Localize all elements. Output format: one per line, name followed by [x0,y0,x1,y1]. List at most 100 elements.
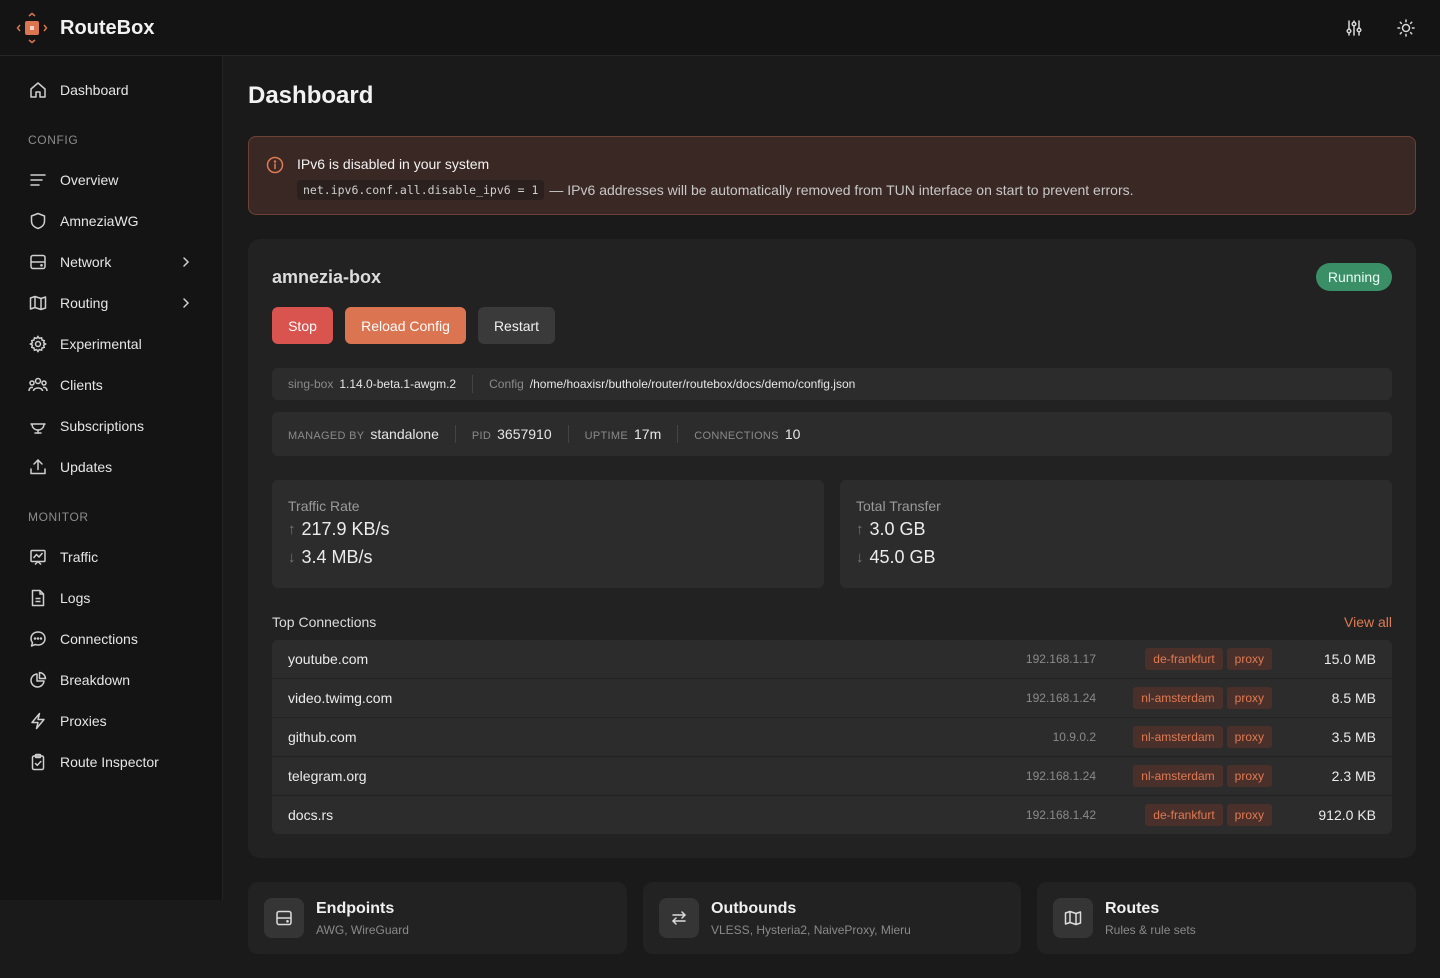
service-name: amnezia-box [272,267,382,287]
card-title: Endpoints [316,900,395,917]
card-subtitle: Rules & rule sets [1105,923,1196,937]
sidebar-item-amneziawg[interactable]: AmneziaWG [16,203,206,239]
arrow-up-icon: ↑ [288,521,296,538]
connection-size: 912.0 KB [1318,807,1376,823]
table-row[interactable]: docs.rs 192.168.1.42 de-frankfurt proxy … [272,796,1392,834]
sidebar-item-label: Overview [60,172,119,188]
table-row[interactable]: telegram.org 192.168.1.24 nl-amsterdam p… [272,757,1392,796]
card-title: Routes [1105,900,1160,917]
stop-button[interactable]: Stop [272,307,333,344]
connection-tags: de-frankfurt proxy [1145,804,1272,826]
table-row[interactable]: youtube.com 192.168.1.17 de-frankfurt pr… [272,640,1392,679]
sidebar-item-traffic[interactable]: Traffic [16,539,206,575]
connection-tags: nl-amsterdam proxy [1133,726,1272,748]
sun-icon[interactable] [1392,14,1420,42]
sidebar-section-monitor: MONITOR [28,510,89,524]
sidebar-item-label: Updates [60,459,113,475]
sidebar-item-network[interactable]: Network [16,244,206,280]
card-title: Outbounds [711,900,797,917]
divider [677,425,679,443]
upload-icon [28,457,48,477]
upload-rate-value: 217.9 KB/s [301,519,390,539]
rule-tag: proxy [1226,648,1272,670]
status-badge: Running [1315,263,1392,291]
uptime-value: 17m [634,426,662,442]
sidebar-item-routing[interactable]: Routing [16,285,206,321]
view-all-link[interactable]: View all [1344,614,1392,630]
connection-size: 2.3 MB [1331,768,1376,784]
sidebar-item-overview[interactable]: Overview [16,162,206,198]
version-info-row: sing-box 1.14.0-beta.1-awgm.2 Config /ho… [272,368,1392,400]
sidebar-item-route-inspector[interactable]: Route Inspector [16,744,206,780]
sidebar-item-connections[interactable]: Connections [16,621,206,657]
chevron-right-icon [178,254,194,270]
reload-config-button[interactable]: Reload Config [345,307,466,344]
sidebar-item-label: Subscriptions [60,418,145,434]
sidebar-item-dashboard[interactable]: Dashboard [16,72,206,108]
sidebar-item-label: Route Inspector [60,754,159,770]
uptime: UPTIME 17m [585,426,662,442]
table-row[interactable]: github.com 10.9.0.2 nl-amsterdam proxy 3… [272,718,1392,757]
arrow-down-icon: ↓ [288,549,296,566]
pid-label: PID [471,430,492,442]
connection-ip: 192.168.1.17 [1025,652,1096,666]
sidebar-item-clients[interactable]: Clients [16,367,206,403]
sidebar-item-label: Experimental [60,336,142,352]
endpoints-card[interactable]: Endpoints AWG, WireGuard [248,882,627,954]
uptime-label: UPTIME [584,430,628,442]
shield-icon [28,211,48,231]
rule-tag: proxy [1226,726,1272,748]
brand[interactable]: RouteBox [16,12,154,44]
top-connections-table: youtube.com 192.168.1.17 de-frankfurt pr… [272,640,1392,834]
chevron-right-icon [178,295,194,311]
arrow-down-icon: ↓ [856,549,864,566]
sidebar-item-logs[interactable]: Logs [16,580,206,616]
connections-label: CONNECTIONS [694,430,779,442]
sidebar-item-subscriptions[interactable]: Subscriptions [16,408,206,444]
config-value: /home/hoaxisr/buthole/router/routebox/do… [529,377,856,391]
alert-code: net.ipv6.conf.all.disable_ipv6 = 1 [297,180,545,200]
server-icon [264,898,304,938]
connection-host: video.twimg.com [288,690,393,706]
connections-count: CONNECTIONS 10 [694,426,800,442]
top-bar: RouteBox [0,0,1440,56]
upload-rate: ↑ 217.9 KB/s [288,519,390,540]
divider [567,425,569,443]
gear-icon [28,334,48,354]
connection-ip: 192.168.1.42 [1025,808,1096,822]
arrow-up-icon: ↑ [856,521,864,538]
pie-icon [28,670,48,690]
chat-icon [28,629,48,649]
sidebar-item-updates[interactable]: Updates [16,449,206,485]
sidebar-item-proxies[interactable]: Proxies [16,703,206,739]
sidebar-item-experimental[interactable]: Experimental [16,326,206,362]
bolt-icon [28,711,48,731]
pid-value: 3657910 [497,426,552,442]
info-icon [266,156,284,174]
connection-tags: de-frankfurt proxy [1145,648,1272,670]
sliders-icon[interactable] [1340,14,1368,42]
sidebar-item-label: Connections [60,631,138,647]
managed-by: MANAGED BY standalone [288,426,439,442]
swap-icon [659,898,699,938]
sidebar-item-label: Network [60,254,112,270]
sidebar-section-config: CONFIG [28,133,79,147]
server-icon [28,252,48,272]
card-subtitle: VLESS, Hysteria2, NaiveProxy, Mieru [711,923,911,937]
sidebar-item-label: Proxies [60,713,107,729]
connection-size: 8.5 MB [1331,690,1376,706]
singbox-label: sing-box [288,377,334,391]
download-total-value: 45.0 GB [869,547,936,567]
traffic-rate-card: Traffic Rate ↑ 217.9 KB/s ↓ 3.4 MB/s [272,480,824,588]
outbound-tag: nl-amsterdam [1133,765,1223,787]
rule-tag: proxy [1226,765,1272,787]
outbounds-card[interactable]: Outbounds VLESS, Hysteria2, NaiveProxy, … [643,882,1021,954]
connection-tags: nl-amsterdam proxy [1133,765,1272,787]
restart-button[interactable]: Restart [478,307,555,344]
file-icon [28,588,48,608]
sidebar-item-breakdown[interactable]: Breakdown [16,662,206,698]
sidebar-item-label: Routing [60,295,109,311]
users-icon [28,375,48,395]
table-row[interactable]: video.twimg.com 192.168.1.24 nl-amsterda… [272,679,1392,718]
routes-card[interactable]: Routes Rules & rule sets [1037,882,1416,954]
